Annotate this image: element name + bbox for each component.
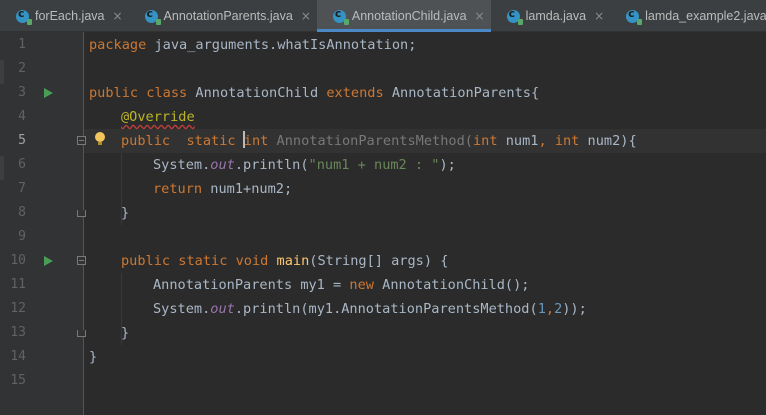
line-number: 2	[18, 61, 26, 76]
code-line-12: System.out.println(my1.AnnotationParents…	[153, 301, 587, 317]
editor-tab-bar: forEach.java × AnnotationParents.java × …	[0, 0, 766, 32]
fold-icon[interactable]	[77, 256, 86, 265]
line-number: 1	[18, 37, 26, 52]
code-line-5: public static int AnnotationParentsMetho…	[121, 131, 637, 149]
run-gutter-icon[interactable]	[44, 256, 53, 266]
line-number: 3	[18, 85, 26, 100]
line-number: 15	[10, 373, 26, 388]
code-line-10: public static void main(String[] args) {	[121, 253, 449, 269]
line-number: 8	[18, 205, 26, 220]
tab-label: AnnotationChild.java	[351, 9, 467, 23]
close-icon[interactable]: ×	[301, 9, 311, 23]
tab-foreach[interactable]: forEach.java ×	[0, 0, 129, 32]
code-editor[interactable]: package java_arguments.whatIsAnnotation;…	[89, 32, 766, 415]
run-gutter-icon[interactable]	[44, 88, 53, 98]
java-class-icon	[332, 7, 349, 25]
tab-annotation-child[interactable]: AnnotationChild.java ×	[316, 0, 491, 32]
tab-label: lamda.java	[525, 9, 587, 23]
close-icon[interactable]: ×	[112, 9, 122, 23]
lightbulb-icon[interactable]	[95, 132, 105, 145]
tab-annotation-parents[interactable]: AnnotationParents.java ×	[129, 0, 317, 32]
line-number: 4	[18, 109, 26, 124]
java-class-icon	[144, 7, 161, 25]
code-line-6: System.out.println("num1 + num2 : ");	[153, 157, 456, 173]
tab-label: lamda_example2.java	[645, 9, 766, 23]
line-number-current: 5	[18, 133, 26, 148]
tab-lamda-example2[interactable]: lamda_example2.java ×	[610, 0, 766, 32]
line-number: 6	[18, 157, 26, 172]
tab-label: forEach.java	[35, 9, 105, 23]
code-line-4: @Override	[121, 105, 195, 129]
fold-end-icon[interactable]	[77, 210, 86, 217]
line-number: 7	[18, 181, 26, 196]
code-line-13: }	[121, 325, 130, 341]
line-number: 11	[10, 277, 26, 292]
fold-icon[interactable]	[77, 136, 86, 145]
code-line-7: return num1+num2;	[153, 181, 293, 197]
editor-gutter: 1 2 3 4 5 6 7 8 9 10 11 12 13 14 15	[0, 32, 86, 415]
fold-end-icon[interactable]	[77, 330, 86, 337]
code-line-14: }	[89, 349, 98, 365]
tab-lamda[interactable]: lamda.java ×	[491, 0, 611, 32]
code-line-1: package java_arguments.whatIsAnnotation;	[89, 37, 417, 53]
line-number: 12	[10, 301, 26, 316]
java-class-icon	[506, 7, 523, 25]
line-number: 10	[10, 253, 26, 268]
close-icon[interactable]: ×	[594, 9, 604, 23]
code-line-11: AnnotationParents my1 = new AnnotationCh…	[153, 277, 530, 293]
java-class-icon	[626, 7, 643, 25]
java-class-icon	[16, 7, 32, 25]
override-annotation: @Override	[121, 109, 195, 125]
code-line-3: public class AnnotationChild extends Ann…	[89, 85, 540, 101]
line-number: 14	[10, 349, 26, 364]
tab-label: AnnotationParents.java	[163, 9, 293, 23]
close-icon[interactable]: ×	[475, 9, 485, 23]
line-number: 13	[10, 325, 26, 340]
line-number: 9	[18, 229, 26, 244]
code-line-8: }	[121, 205, 130, 221]
